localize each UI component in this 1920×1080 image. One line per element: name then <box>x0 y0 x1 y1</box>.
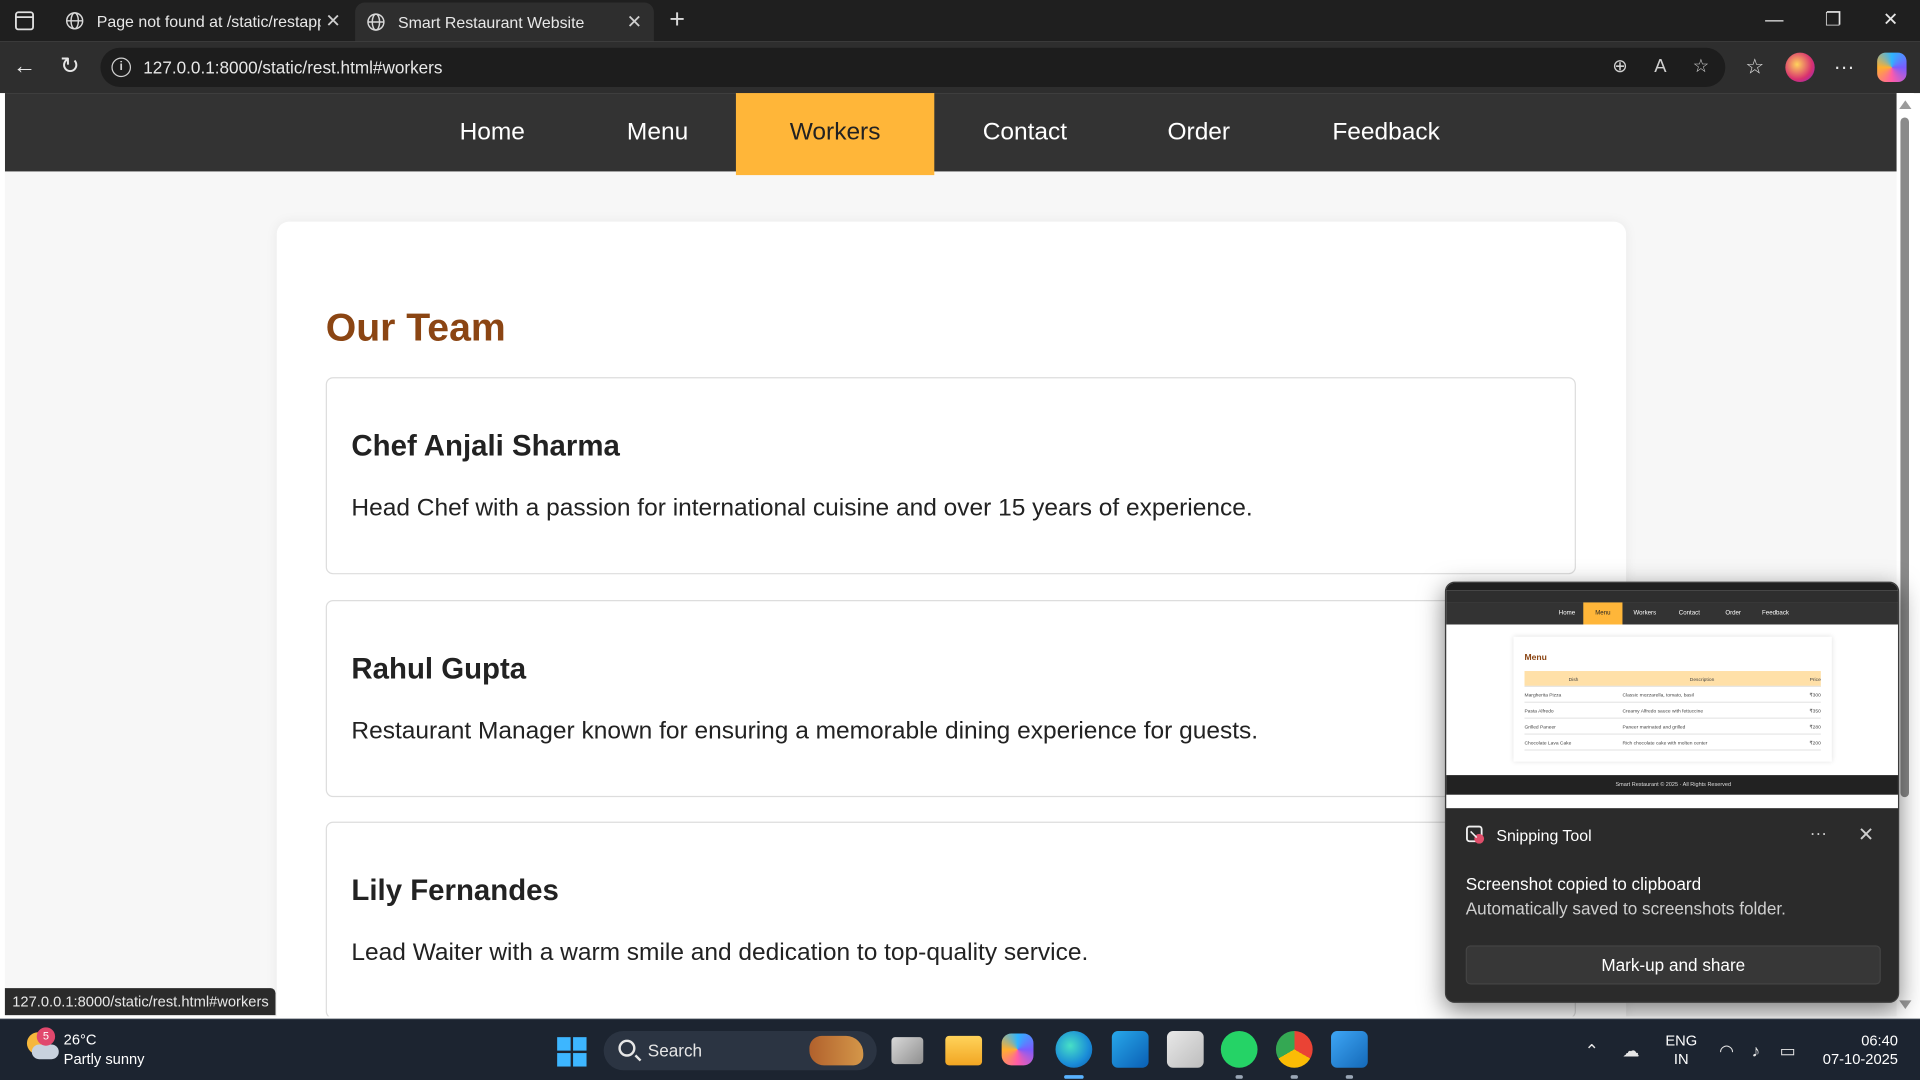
clock-time: 06:40 <box>1861 1032 1898 1050</box>
address-bar[interactable]: i 127.0.0.1:8000/static/rest.html#worker… <box>100 47 1726 87</box>
toast-more-icon[interactable]: ··· <box>1806 823 1830 843</box>
browser-tab-bar: Page not found at /static/restapp ✕ Smar… <box>0 0 1920 42</box>
system-clock[interactable]: 06:40 07-10-2025 <box>1815 1032 1898 1069</box>
screen: Page not found at /static/restapp ✕ Smar… <box>0 0 1920 1080</box>
windows-taskbar: 5 26°C Partly sunny Search ⌃ ☁ ENG IN ◠ … <box>0 1018 1920 1080</box>
page-scrollbar[interactable] <box>1896 93 1914 1017</box>
scroll-thumb[interactable] <box>1900 117 1909 798</box>
close-window-button[interactable]: ✕ <box>1862 0 1918 42</box>
workers-section: Our Team Chef Anjali Sharma Head Chef wi… <box>276 221 1627 1017</box>
search-label: Search <box>647 1040 703 1061</box>
section-title: Our Team <box>325 304 506 349</box>
restore-button[interactable]: ❐ <box>1805 0 1861 42</box>
tab-title: Page not found at /static/restapp <box>96 11 321 31</box>
tab-actions-icon[interactable] <box>12 9 36 33</box>
taskbar-search[interactable]: Search <box>603 1031 877 1071</box>
weather-temp: 26°C <box>63 1031 97 1049</box>
whatsapp-running-indicator <box>1235 1075 1243 1079</box>
site-info-icon[interactable]: i <box>111 57 132 78</box>
minimize-button[interactable]: — <box>1746 0 1802 42</box>
edge-browser-icon[interactable] <box>1055 1031 1093 1068</box>
worker-name: Chef Anjali Sharma <box>351 429 620 463</box>
nav-home[interactable]: Home <box>427 93 557 171</box>
browser-toolbar: ← ↻ i 127.0.0.1:8000/static/rest.html#wo… <box>0 41 1920 94</box>
language-region: IN <box>1673 1050 1689 1068</box>
screenshot-thumbnail[interactable]: Home Menu Workers Contact Order Feedback… <box>1446 582 1898 809</box>
nav-feedback[interactable]: Feedback <box>1308 93 1465 171</box>
site-navbar: Home Menu Workers Contact Order Feedback <box>4 93 1897 176</box>
nav-workers[interactable]: Workers <box>735 93 935 176</box>
link-status-bubble: 127.0.0.1:8000/static/rest.html#workers <box>4 988 277 1016</box>
toast-close-icon[interactable]: ✕ <box>1854 823 1878 847</box>
snipping-tool-notification[interactable]: Home Menu Workers Contact Order Feedback… <box>1444 581 1900 1003</box>
worker-card: Rahul Gupta Restaurant Manager known for… <box>325 600 1576 798</box>
wifi-icon[interactable]: ◠ <box>1714 1038 1738 1062</box>
worker-name: Lily Fernandes <box>351 874 559 908</box>
globe-icon <box>367 13 385 31</box>
favorite-star-icon[interactable]: ☆ <box>1689 55 1713 79</box>
worker-card: Chef Anjali Sharma Head Chef with a pass… <box>325 377 1576 575</box>
edge-active-indicator <box>1064 1075 1084 1079</box>
toast-app-name: Snipping Tool <box>1496 825 1592 845</box>
worker-description: Head Chef with a passion for internation… <box>351 494 1253 522</box>
scroll-up-icon[interactable] <box>1899 100 1912 109</box>
more-menu-icon[interactable]: ··· <box>1831 54 1858 81</box>
clock-date: 07-10-2025 <box>1822 1050 1898 1068</box>
tab-title: Smart Restaurant Website <box>397 12 585 32</box>
favorites-icon[interactable]: ☆ <box>1741 54 1768 81</box>
snipping-tool-icon <box>1466 825 1485 844</box>
profile-avatar[interactable] <box>1785 52 1815 83</box>
outlook-icon[interactable] <box>1111 1031 1149 1068</box>
zoom-icon[interactable]: ⊕ <box>1608 55 1632 79</box>
copilot-app-icon[interactable] <box>1001 1033 1034 1066</box>
volume-icon[interactable]: ♪ <box>1744 1038 1768 1062</box>
tab-close-icon[interactable]: ✕ <box>622 11 646 33</box>
toast-header: Snipping Tool <box>1466 825 1592 845</box>
partly-sunny-icon: 5 <box>24 1027 59 1062</box>
windows-start-icon[interactable] <box>557 1037 587 1067</box>
nav-menu[interactable]: Menu <box>600 93 715 171</box>
new-tab-button[interactable]: + <box>661 4 693 36</box>
chrome-running-indicator <box>1290 1075 1298 1079</box>
microsoft-store-icon[interactable] <box>1166 1031 1204 1068</box>
scroll-down-icon[interactable] <box>1899 1000 1912 1009</box>
refresh-icon[interactable]: ↻ <box>56 54 83 81</box>
worker-description: Lead Waiter with a warm smile and dedica… <box>351 939 1089 967</box>
tab-close-icon[interactable]: ✕ <box>321 10 345 32</box>
task-view-icon[interactable] <box>891 1037 924 1065</box>
worker-name: Rahul Gupta <box>351 652 527 686</box>
language-indicator[interactable]: ENG IN <box>1665 1032 1697 1069</box>
tab-smart-restaurant[interactable]: Smart Restaurant Website ✕ <box>355 2 654 42</box>
toast-body: Automatically saved to screenshots folde… <box>1465 898 1786 919</box>
weather-widget[interactable]: 5 26°C Partly sunny <box>24 1027 145 1069</box>
battery-icon[interactable]: ▭ <box>1776 1038 1800 1062</box>
globe-icon <box>66 12 84 30</box>
chrome-icon[interactable] <box>1275 1031 1313 1068</box>
nav-order[interactable]: Order <box>1138 93 1260 171</box>
vscode-icon[interactable] <box>1331 1031 1368 1068</box>
read-aloud-icon[interactable]: A <box>1648 55 1672 79</box>
worker-card: Lily Fernandes Lead Waiter with a warm s… <box>325 821 1576 1017</box>
markup-and-share-button[interactable]: Mark-up and share <box>1465 945 1881 985</box>
tab-page-not-found[interactable]: Page not found at /static/restapp ✕ <box>54 0 353 42</box>
weather-badge: 5 <box>36 1027 56 1046</box>
search-icon <box>618 1039 636 1057</box>
file-explorer-icon[interactable] <box>945 1035 983 1066</box>
copilot-icon[interactable] <box>1877 52 1907 83</box>
vscode-running-indicator <box>1345 1075 1354 1079</box>
toast-title: Screenshot copied to clipboard <box>1465 874 1702 894</box>
nav-contact[interactable]: Contact <box>954 93 1096 171</box>
url-text[interactable]: 127.0.0.1:8000/static/rest.html#workers <box>143 48 442 87</box>
worker-description: Restaurant Manager known for ensuring a … <box>351 717 1259 745</box>
back-arrow-icon[interactable]: ← <box>11 54 38 81</box>
onedrive-icon[interactable]: ☁ <box>1619 1038 1643 1062</box>
whatsapp-icon[interactable] <box>1220 1031 1258 1068</box>
tray-overflow-chevron-icon[interactable]: ⌃ <box>1580 1038 1604 1062</box>
search-highlight-image <box>809 1035 864 1066</box>
weather-condition: Partly sunny <box>63 1050 145 1068</box>
language-code: ENG <box>1665 1032 1698 1050</box>
